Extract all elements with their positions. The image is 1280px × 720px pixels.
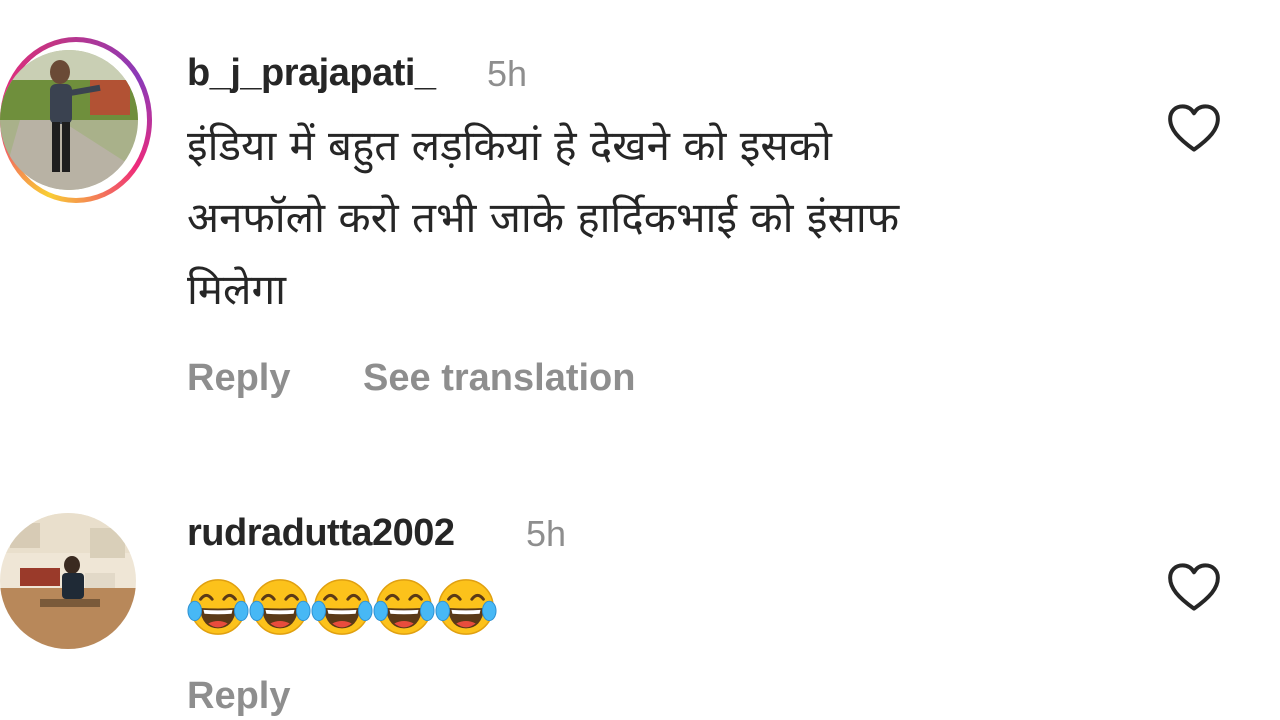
tears-of-joy-emoji	[373, 579, 435, 635]
comment-username[interactable]: b_j_prajapati_	[187, 52, 436, 95]
comment-text: इंडिया में बहुत लड़कियां हे देखने को इसक…	[187, 110, 1087, 326]
comment-item: rudradutta2002 5h Reply	[0, 480, 1280, 720]
comment-timestamp: 5h	[487, 53, 528, 94]
comment-line: अनफॉलो करो तभी जाके हार्दिकभाई को इंसाफ	[187, 193, 900, 242]
comment-actions: Reply See translation	[187, 357, 697, 400]
avatar[interactable]	[0, 50, 138, 190]
avatar[interactable]	[0, 513, 136, 649]
comment-line: मिलेगा	[187, 265, 286, 314]
comment-timestamp: 5h	[526, 513, 567, 554]
see-translation-button[interactable]: See translation	[363, 357, 635, 399]
tears-of-joy-emoji	[311, 579, 373, 635]
tears-of-joy-emoji	[435, 579, 497, 635]
comment-actions: Reply	[187, 675, 352, 718]
tears-of-joy-emoji	[187, 579, 249, 635]
comment-username[interactable]: rudradutta2002	[187, 512, 455, 555]
heart-outline-icon[interactable]	[1166, 103, 1222, 153]
comment-line: इंडिया में बहुत लड़कियां हे देखने को इसक…	[187, 121, 832, 170]
reply-button[interactable]: Reply	[187, 675, 290, 717]
tears-of-joy-emoji	[249, 579, 311, 635]
heart-outline-icon[interactable]	[1166, 562, 1222, 612]
comment-item: b_j_prajapati_ 5h इंडिया में बहुत लड़किय…	[0, 0, 1280, 430]
reply-button[interactable]: Reply	[187, 357, 290, 399]
